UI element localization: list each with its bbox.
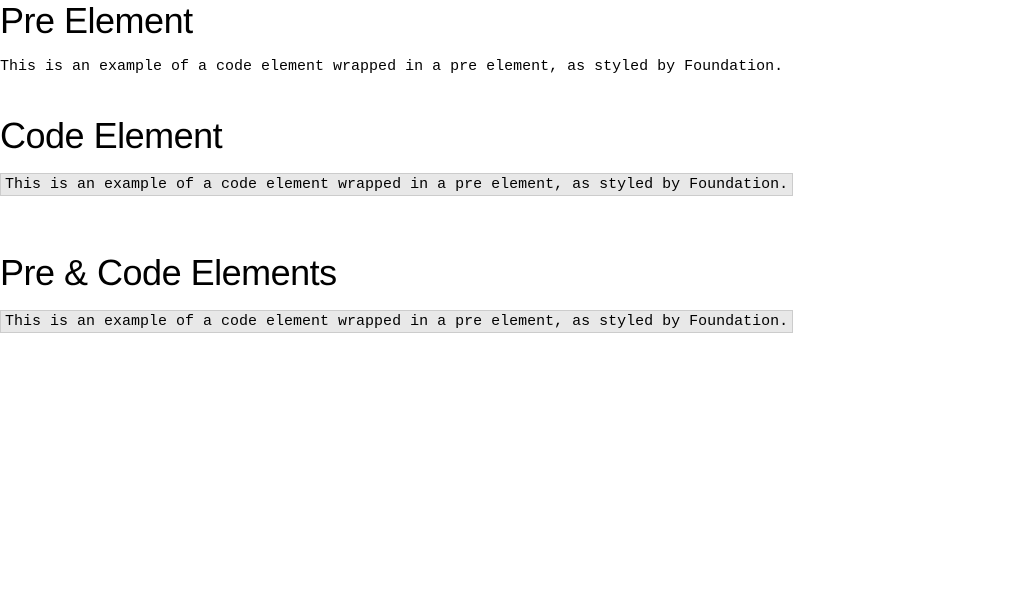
section-code-element: Code Element This is an example of a cod… (0, 115, 1024, 196)
code-element-example: This is an example of a code element wra… (0, 173, 793, 196)
section-pre-element: Pre Element This is an example of a code… (0, 0, 1024, 75)
heading-code-element: Code Element (0, 115, 1024, 157)
pre-element-example: This is an example of a code element wra… (0, 58, 1024, 75)
pre-code-element-example: This is an example of a code element wra… (0, 310, 1024, 333)
pre-code-inner: This is an example of a code element wra… (0, 310, 793, 333)
heading-pre-code-elements: Pre & Code Elements (0, 252, 1024, 294)
section-pre-code-elements: Pre & Code Elements This is an example o… (0, 252, 1024, 333)
heading-pre-element: Pre Element (0, 0, 1024, 42)
